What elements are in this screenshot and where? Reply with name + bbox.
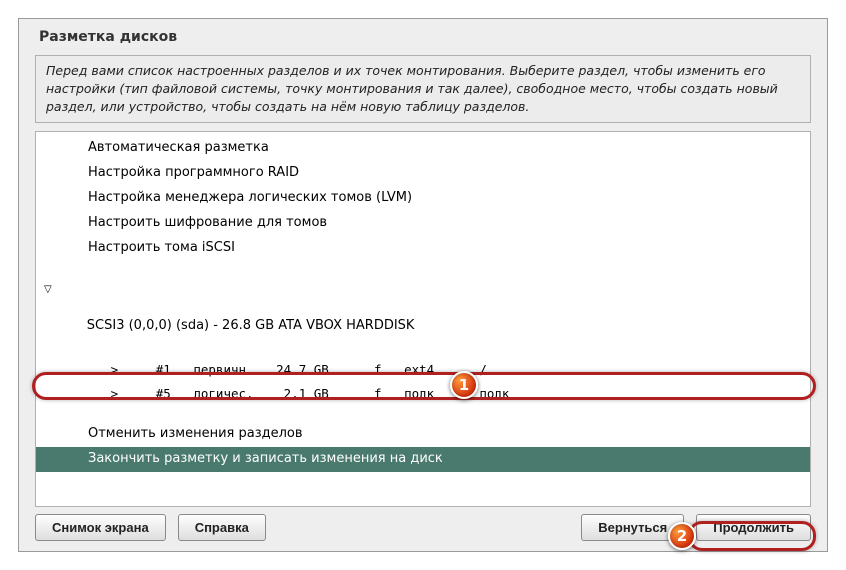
action-undo[interactable]: Отменить изменения разделов	[36, 422, 810, 447]
menu-software-raid[interactable]: Настройка программного RAID	[36, 161, 810, 186]
disk-header[interactable]: ▽ SCSI3 (0,0,0) (sda) - 26.8 GB ATA VBOX…	[36, 277, 810, 358]
partition-dialog: Разметка дисков Перед вами список настро…	[18, 18, 828, 552]
partition-row[interactable]: > #1 первичн. 24.7 GB f ext4 /	[36, 358, 810, 382]
menu-encrypt-volumes[interactable]: Настроить шифрование для томов	[36, 211, 810, 236]
disk-header-label: SCSI3 (0,0,0) (sda) - 26.8 GB ATA VBOX H…	[87, 318, 415, 333]
menu-auto-partition[interactable]: Автоматическая разметка	[36, 136, 810, 161]
back-button[interactable]: Вернуться	[581, 514, 684, 541]
button-bar: Снимок экрана Справка Вернуться Продолжи…	[35, 514, 811, 541]
expand-triangle-icon: ▽	[44, 283, 52, 298]
menu-iscsi[interactable]: Настроить тома iSCSI	[36, 236, 810, 261]
help-button[interactable]: Справка	[178, 514, 266, 541]
screenshot-button[interactable]: Снимок экрана	[35, 514, 166, 541]
spacer	[36, 406, 810, 422]
partition-listbox[interactable]: Автоматическая разметка Настройка програ…	[35, 131, 811, 507]
info-panel: Перед вами список настроенных разделов и…	[35, 55, 811, 123]
action-finish[interactable]: Закончить разметку и записать изменения …	[36, 447, 810, 472]
partition-row[interactable]: > #5 логичес. 2.1 GB f подк подк	[36, 382, 810, 406]
page-title: Разметка дисков	[19, 19, 827, 51]
spacer	[36, 261, 810, 277]
continue-button[interactable]: Продолжить	[696, 514, 811, 541]
menu-lvm[interactable]: Настройка менеджера логических томов (LV…	[36, 186, 810, 211]
